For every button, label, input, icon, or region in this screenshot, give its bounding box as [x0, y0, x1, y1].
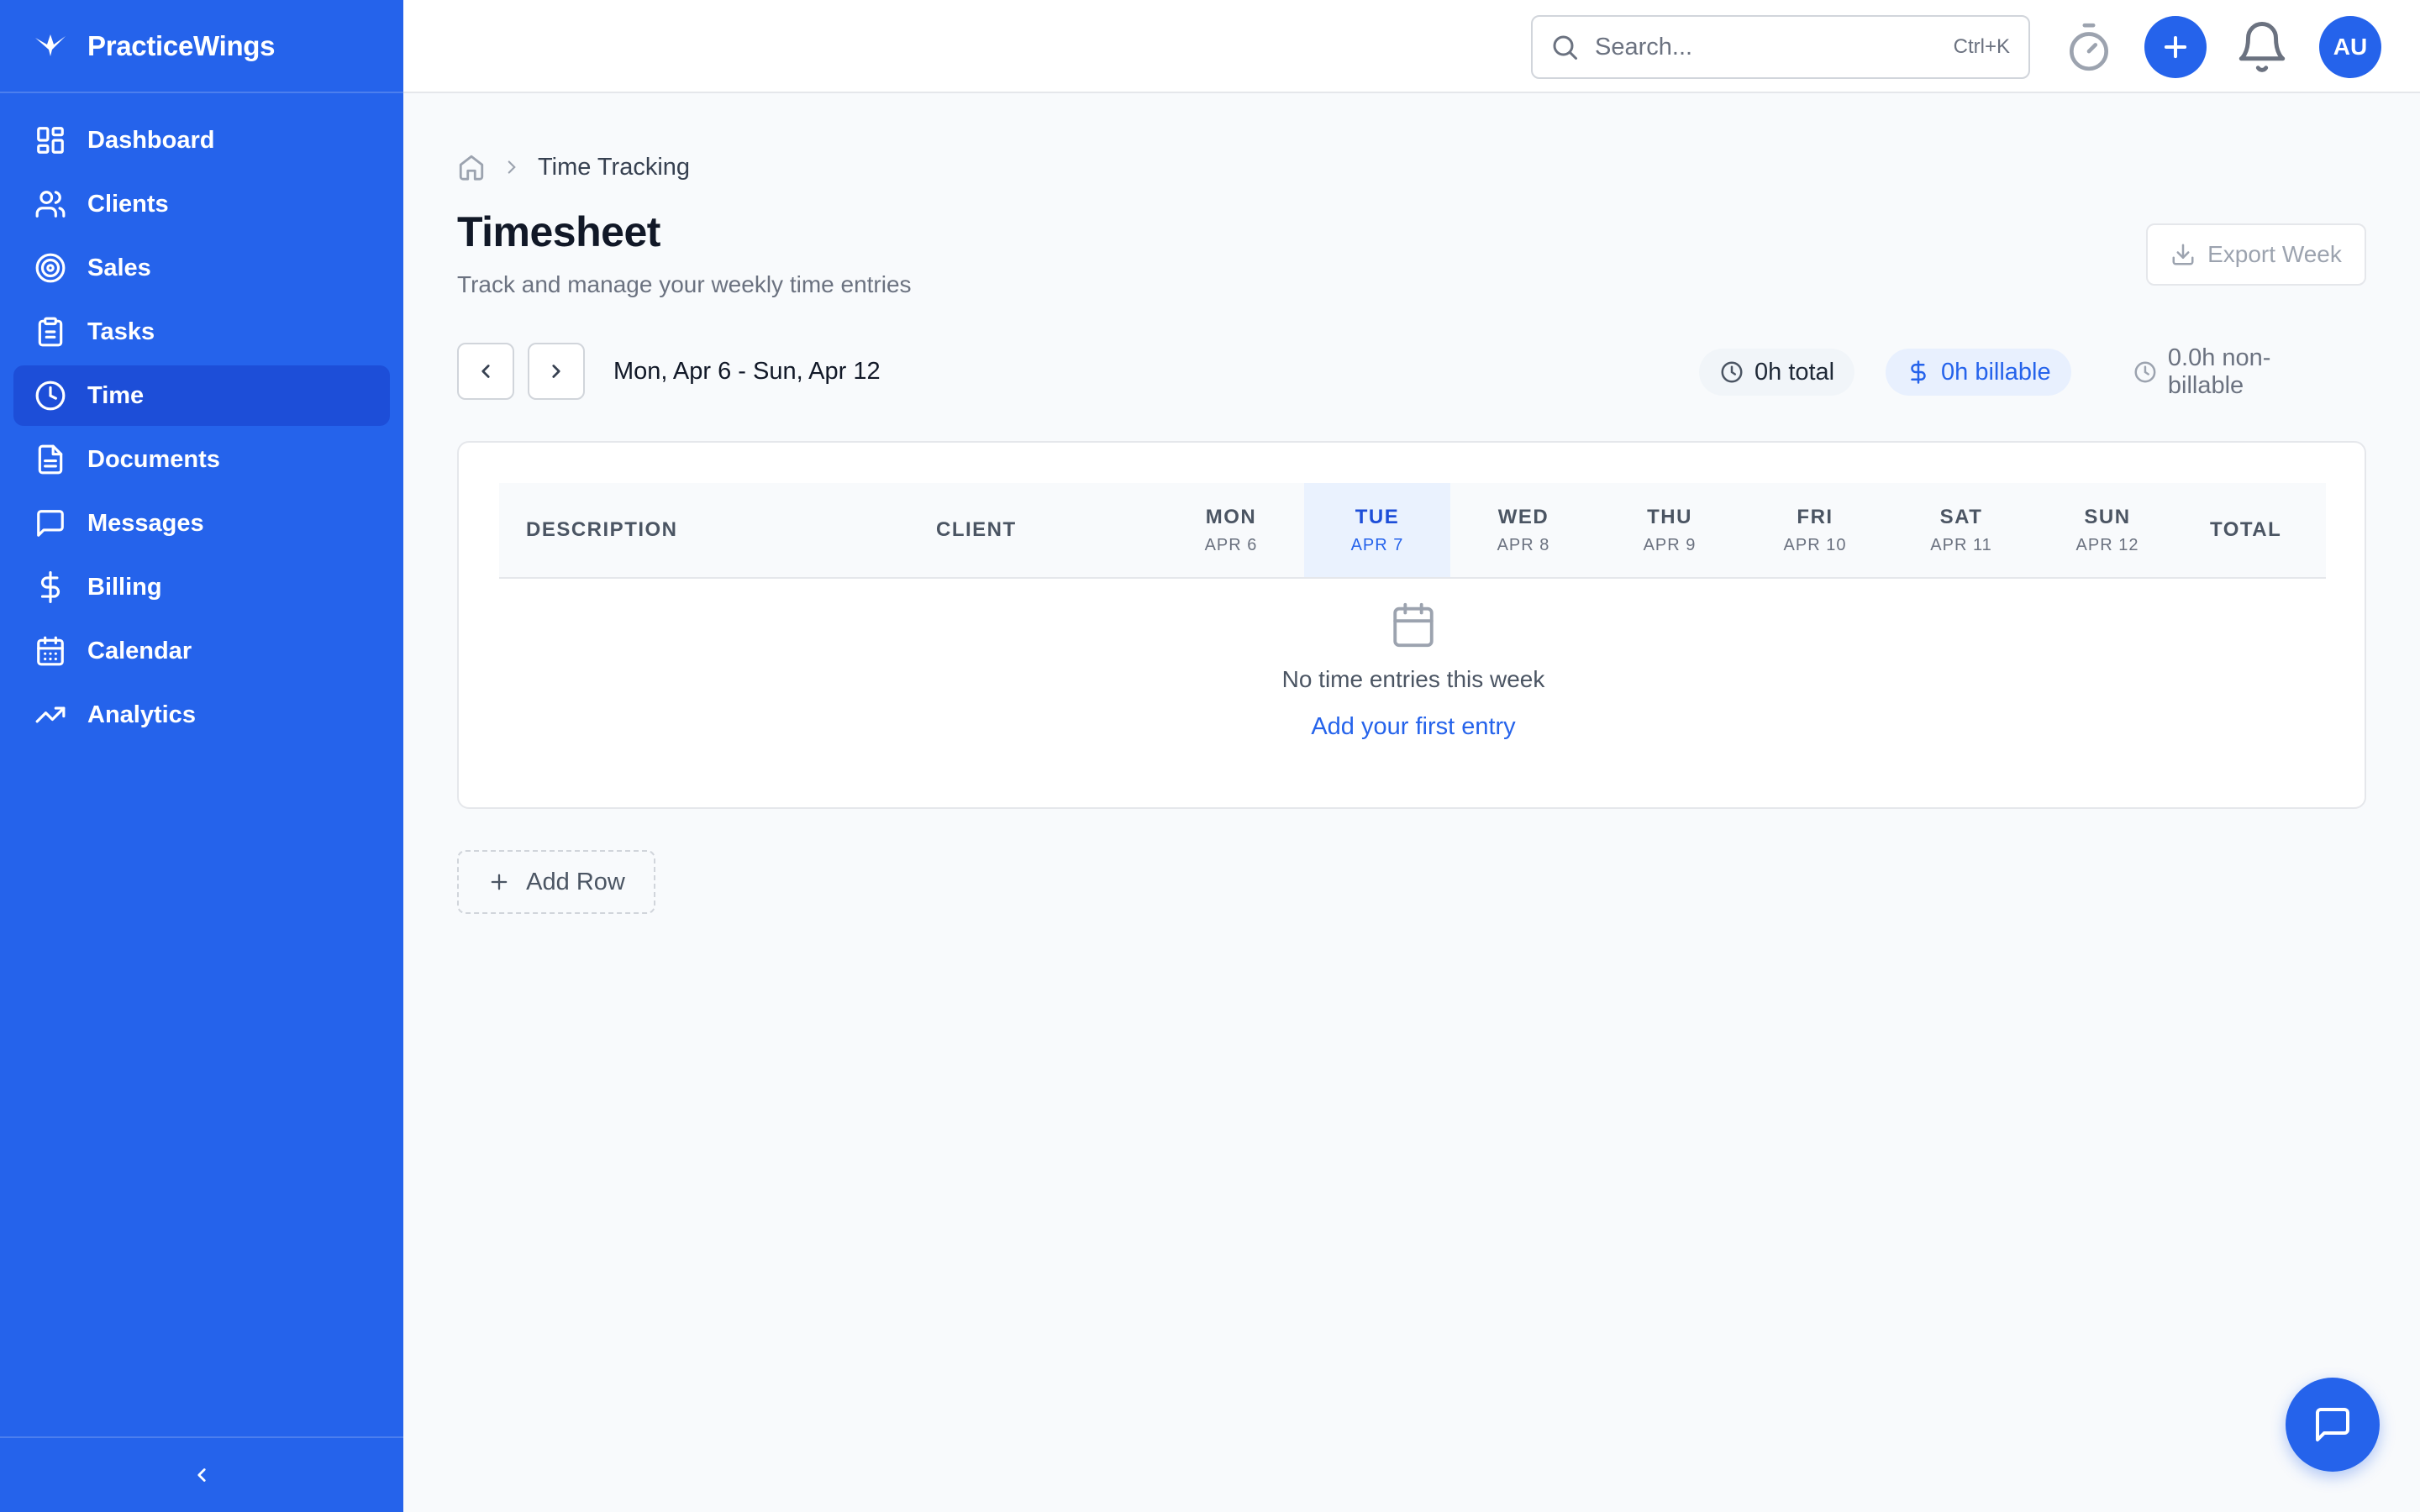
column-header-fri: FRI APR 10 — [1783, 505, 1847, 554]
week-range: Mon, Apr 6 - Sun, Apr 12 — [613, 357, 881, 385]
document-icon — [34, 443, 67, 476]
dashboard-icon — [34, 123, 67, 157]
brand[interactable]: PracticeWings — [0, 0, 403, 93]
column-header-wed: WED APR 8 — [1497, 505, 1550, 554]
add-row-label: Add Row — [526, 868, 625, 895]
sidebar-nav: Dashboard Clients Sales Tasks Time Docum… — [0, 93, 403, 765]
target-icon — [34, 251, 67, 285]
users-icon — [34, 187, 67, 221]
export-week-button[interactable]: Export Week — [2146, 223, 2366, 286]
column-header-thu: THU APR 9 — [1643, 505, 1697, 554]
download-icon — [2172, 244, 2194, 265]
clock-icon — [34, 379, 67, 412]
export-week-label: Export Week — [2207, 241, 2342, 267]
sidebar-item-tasks[interactable]: Tasks — [13, 302, 390, 362]
breadcrumb-current: Time Tracking — [538, 153, 691, 181]
column-header-description: DESCRIPTION — [526, 518, 678, 541]
search-icon — [1553, 35, 1577, 60]
search-shortcut: Ctrl+K — [1953, 35, 2010, 58]
dollar-icon — [34, 570, 67, 604]
column-header-client: CLIENT — [936, 518, 1017, 541]
timer-button[interactable] — [2057, 15, 2121, 79]
notifications-button[interactable] — [2230, 15, 2294, 79]
calendar-icon — [34, 634, 67, 668]
sidebar-item-label: Dashboard — [87, 126, 215, 154]
sidebar-item-calendar[interactable]: Calendar — [13, 621, 390, 681]
stopwatch-icon — [2070, 23, 2108, 71]
quick-add-button[interactable] — [2144, 16, 2207, 78]
plus-icon — [2164, 35, 2187, 59]
empty-state-message: No time entries this week — [1281, 666, 1545, 692]
timesheet-table-card: DESCRIPTION CLIENT MON APR 6 TUE APR 7 W… — [457, 441, 2366, 809]
column-header-sun: SUN APR 12 — [2075, 505, 2139, 554]
clock-icon — [1721, 361, 1743, 383]
top-header: Ctrl+K AU — [403, 0, 2420, 93]
trending-up-icon — [34, 698, 67, 732]
sidebar-item-messages[interactable]: Messages — [13, 493, 390, 554]
sidebar-item-sales[interactable]: Sales — [13, 238, 390, 298]
table-header: DESCRIPTION CLIENT MON APR 6 TUE APR 7 W… — [499, 483, 2326, 579]
non-billable-hours-text: 0.0h non-billable — [2167, 344, 2271, 399]
app-name: PracticeWings — [87, 29, 276, 61]
next-week-button[interactable] — [528, 343, 585, 400]
sidebar: PracticeWings Dashboard Clients Sales Ta… — [0, 0, 403, 1512]
add-first-entry-link[interactable]: Add your first entry — [1311, 713, 1515, 741]
search-box[interactable]: Ctrl+K — [1531, 15, 2030, 79]
chevron-right-icon — [508, 160, 516, 174]
chevron-right-icon — [552, 365, 560, 378]
breadcrumb: Time Tracking — [457, 149, 690, 186]
plus-icon — [491, 874, 508, 890]
empty-state: No time entries this week Add your first… — [459, 599, 2368, 741]
search-input[interactable] — [1595, 33, 1954, 61]
column-header-mon: MON APR 6 — [1204, 505, 1258, 554]
calendar-icon — [1393, 602, 1434, 648]
billable-hours-badge: 0h billable — [1886, 349, 2071, 396]
column-header-sat: SAT APR 11 — [1930, 505, 1992, 554]
wings-logo-icon — [35, 34, 66, 56]
sidebar-item-clients[interactable]: Clients — [13, 174, 390, 234]
previous-week-button[interactable] — [457, 343, 514, 400]
column-header-tue-today: TUE APR 7 — [1304, 483, 1450, 577]
dollar-icon — [1911, 360, 1926, 384]
billable-hours-text: 0h billable — [1941, 358, 2051, 386]
sidebar-footer — [0, 1436, 403, 1512]
sidebar-item-dashboard[interactable]: Dashboard — [13, 110, 390, 171]
add-row-button[interactable]: Add Row — [457, 850, 655, 914]
sidebar-item-label: Clients — [87, 190, 169, 218]
message-icon — [34, 507, 67, 540]
chat-icon — [2316, 1408, 2349, 1441]
bell-icon — [2238, 22, 2286, 72]
page-title: Timesheet — [457, 208, 660, 255]
total-hours-text: 0h total — [1754, 358, 1835, 386]
sidebar-item-label: Billing — [87, 573, 162, 601]
week-navigator: Mon, Apr 6 - Sun, Apr 12 — [457, 343, 881, 400]
clipboard-icon — [34, 315, 67, 349]
sidebar-item-label: Calendar — [87, 637, 192, 664]
sidebar-item-label: Time — [87, 381, 145, 409]
clock-icon — [2134, 361, 2156, 383]
sidebar-item-time[interactable]: Time — [13, 365, 390, 426]
sidebar-item-analytics[interactable]: Analytics — [13, 685, 390, 745]
user-avatar[interactable]: AU — [2319, 16, 2381, 78]
collapse-sidebar-chevron-left-icon[interactable] — [185, 1458, 218, 1492]
sidebar-item-label: Tasks — [87, 318, 155, 345]
sidebar-item-label: Sales — [87, 254, 151, 281]
sidebar-item-label: Documents — [87, 445, 220, 473]
chevron-left-icon — [481, 365, 490, 378]
chat-button[interactable] — [2286, 1378, 2380, 1472]
sidebar-item-label: Messages — [87, 509, 204, 537]
page-subtitle: Track and manage your weekly time entrie… — [457, 271, 912, 297]
total-hours-badge: 0h total — [1699, 349, 1855, 396]
sidebar-item-billing[interactable]: Billing — [13, 557, 390, 617]
non-billable-hours-badge: 0.0h non-billable — [2112, 344, 2366, 399]
column-header-total: TOTAL — [2210, 518, 2282, 541]
sidebar-item-documents[interactable]: Documents — [13, 429, 390, 490]
home-icon[interactable] — [457, 153, 486, 181]
sidebar-item-label: Analytics — [87, 701, 196, 728]
